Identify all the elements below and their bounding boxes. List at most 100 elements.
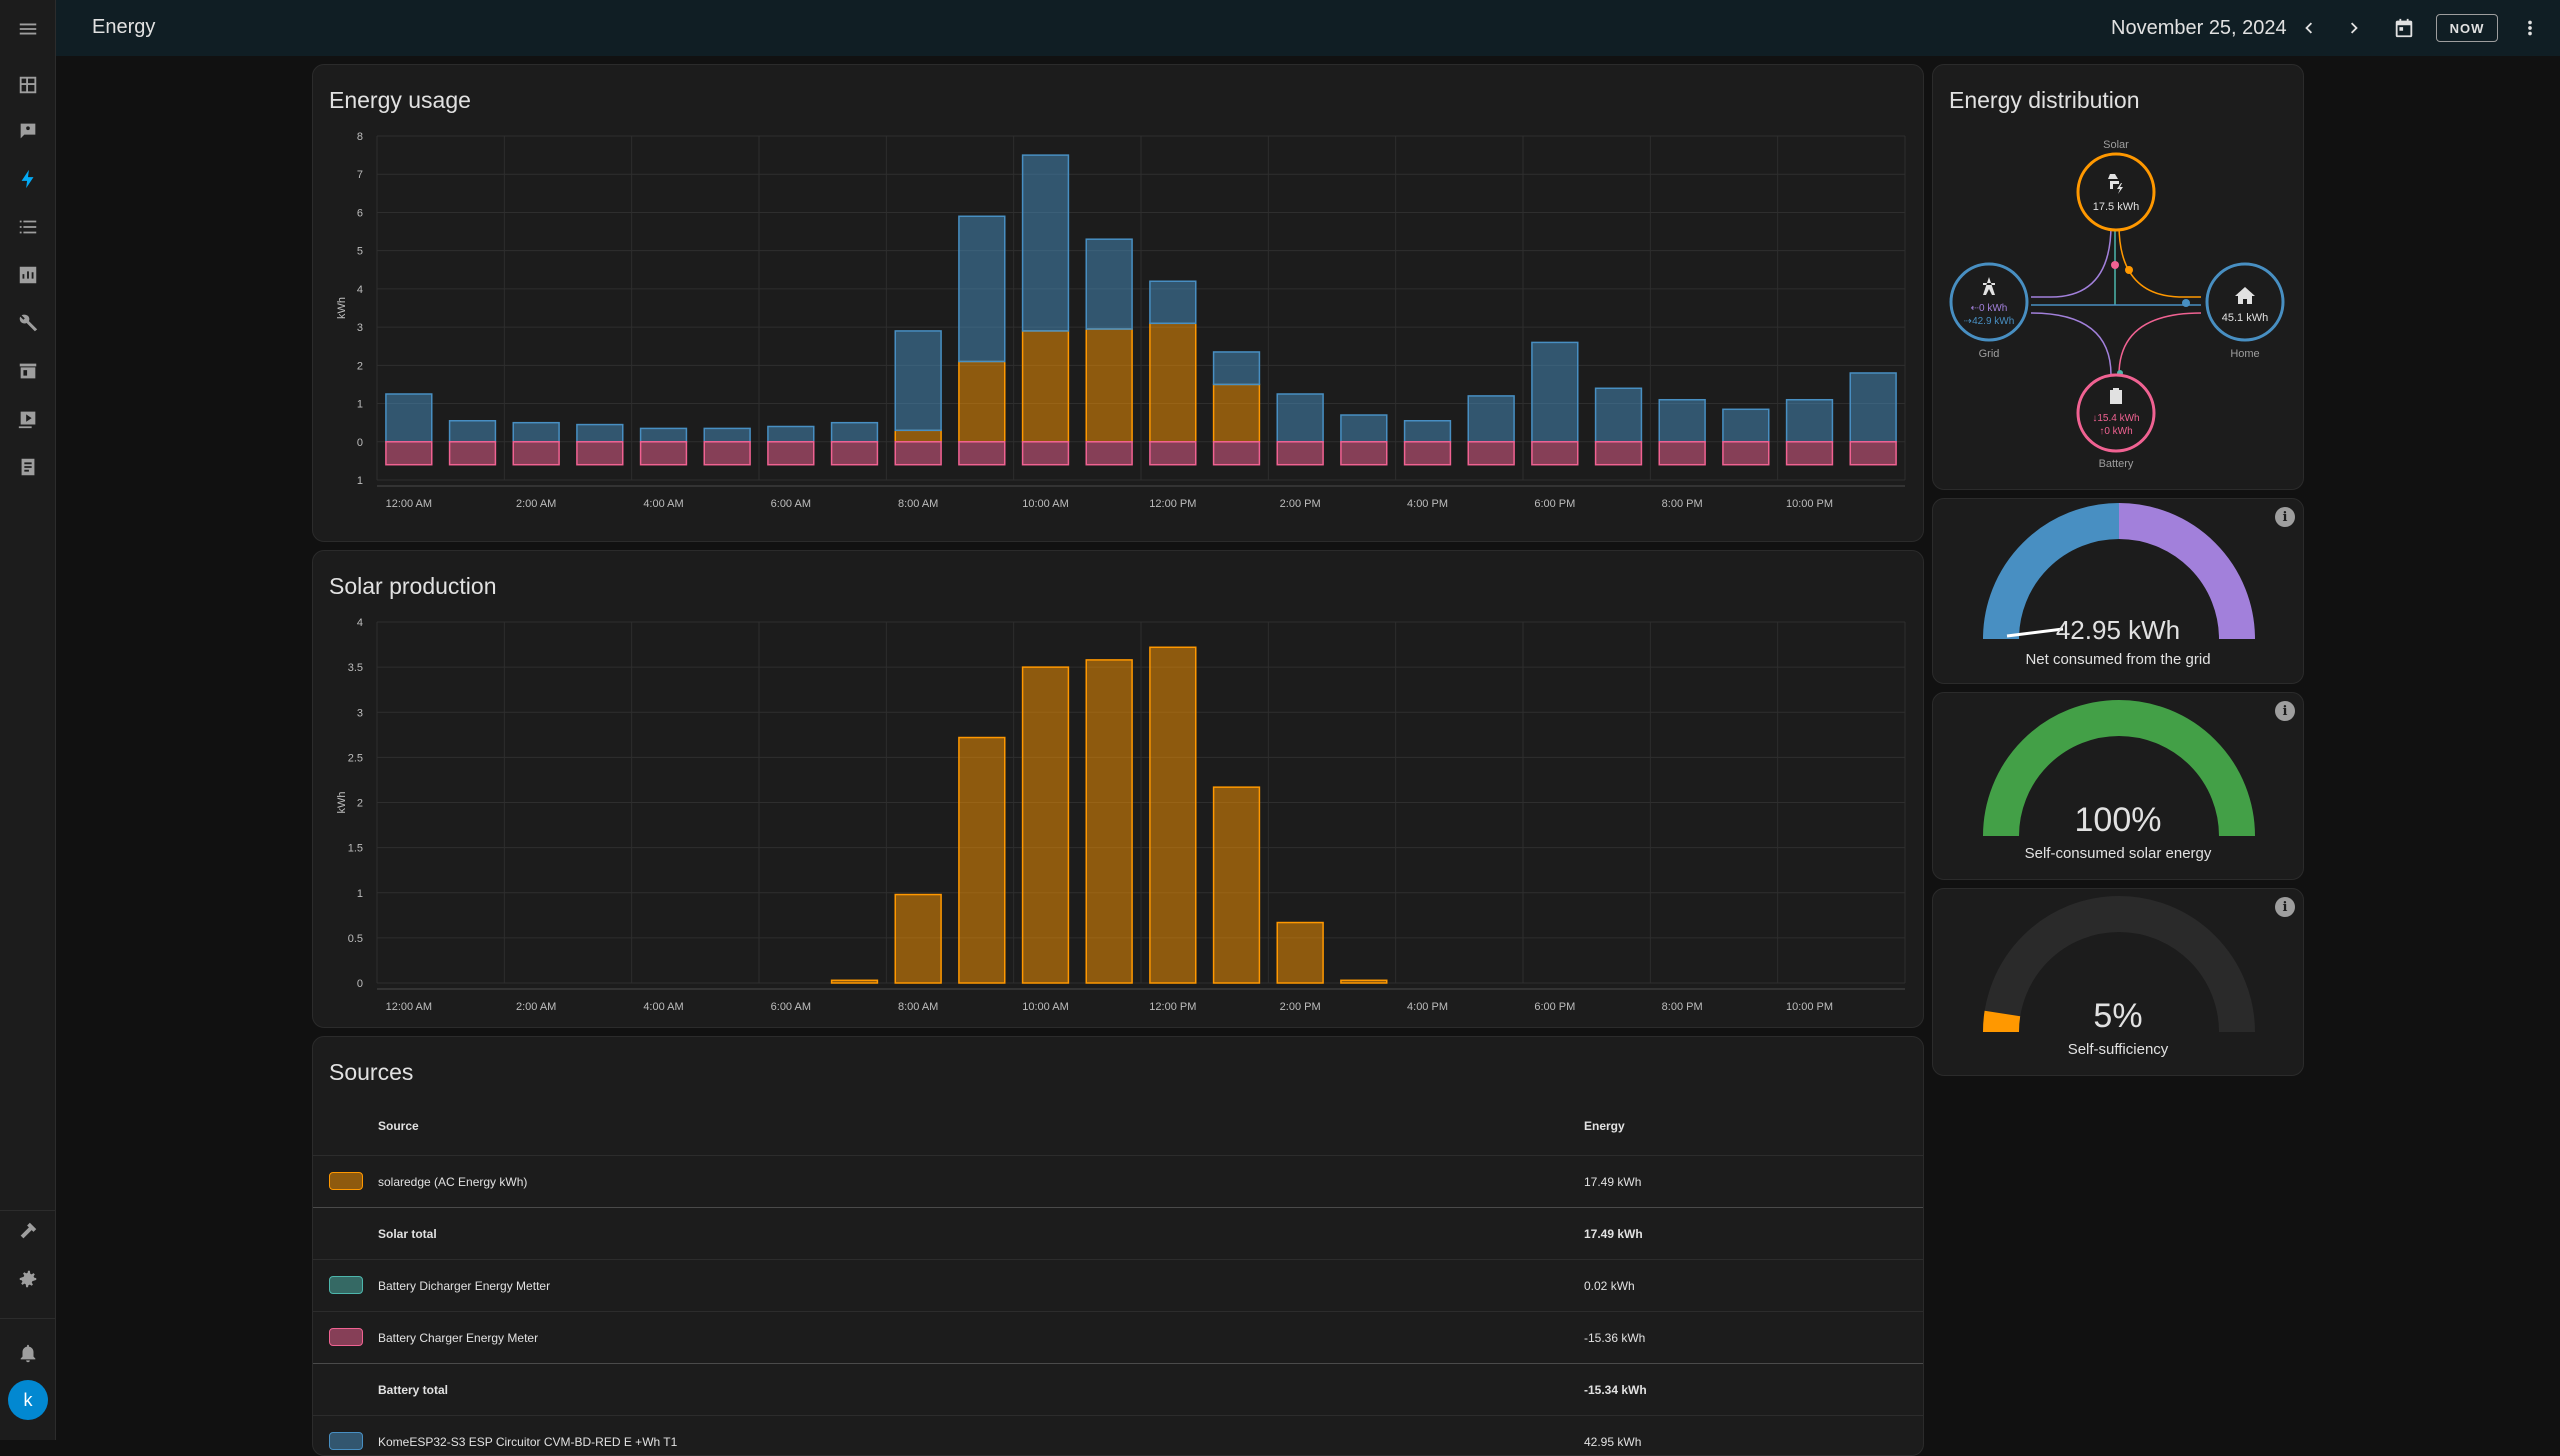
bar — [1594, 387, 1643, 443]
gauge-value: 42.95 kWh — [2055, 615, 2181, 645]
x-tick-label: 8:00 PM — [1662, 1001, 1703, 1013]
y-tick-label: 3 — [357, 322, 363, 334]
y-tick-label: 3 — [357, 707, 363, 719]
table-total-row: Solar total 17.49 kWh — [313, 1207, 1923, 1259]
bar — [958, 736, 1006, 984]
sidebar-item-history[interactable] — [0, 252, 56, 298]
bar — [1785, 398, 1834, 443]
source-name: solaredge (AC Energy kWh) — [378, 1175, 528, 1189]
source-energy: 42.95 kWh — [1584, 1435, 1642, 1449]
y-tick-label: 2.5 — [348, 752, 363, 764]
sidebar-item-tools[interactable] — [0, 300, 56, 346]
source-name: Battery total — [378, 1383, 449, 1397]
y-tick-label: 0.5 — [348, 933, 363, 945]
x-tick-label: 12:00 AM — [386, 498, 432, 510]
bar — [1658, 441, 1706, 466]
sidebar-item-media[interactable] — [0, 396, 56, 442]
grid-node[interactable]: ⇠0 kWh ⇢42.9 kWh — [1949, 262, 2029, 342]
sidebar-item-overview[interactable] — [0, 62, 56, 108]
solar-node[interactable]: 17.5 kWh — [2076, 152, 2156, 232]
source-color-swatch — [329, 1432, 363, 1450]
bar — [639, 427, 688, 443]
bar — [1340, 441, 1388, 466]
next-period-button[interactable] — [2341, 14, 2369, 42]
solar-production-chart[interactable]: 0 0.5 1 1.5 2 2.5 3 3.5 4 12:00 AM 2:00 AM 4:00 AM 6… — [313, 551, 1924, 1028]
date-picker-button[interactable] — [2390, 14, 2418, 42]
bar — [1212, 351, 1261, 386]
y-tick-label: 7 — [357, 169, 363, 181]
bar — [512, 441, 560, 466]
flow-dot — [2111, 261, 2119, 269]
sidebar: k — [0, 0, 56, 1440]
sidebar-item-settings[interactable] — [0, 1256, 56, 1302]
overflow-menu-button[interactable] — [2516, 14, 2544, 42]
bar — [830, 421, 879, 443]
grid-label: Grid — [1979, 348, 2000, 360]
source-name: KomeESP32-S3 ESP Circuitor CVM-BD-RED E … — [378, 1435, 678, 1449]
y-tick-label: 2 — [357, 360, 363, 372]
bar — [1785, 441, 1834, 466]
bar — [1276, 921, 1324, 984]
bar — [958, 441, 1006, 466]
sources-title: Sources — [329, 1059, 414, 1085]
source-color-swatch — [329, 1328, 363, 1346]
battery-node[interactable]: ↓15.4 kWh ↑0 kWh — [2076, 373, 2156, 453]
solar-home-flow-line — [2118, 224, 2201, 298]
source-energy: 17.49 kWh — [1584, 1175, 1642, 1189]
now-button[interactable]: NOW — [2436, 14, 2498, 42]
bar — [830, 979, 879, 984]
source-color-swatch — [329, 1172, 363, 1190]
user-avatar[interactable]: k — [8, 1380, 48, 1420]
bar — [512, 421, 560, 443]
bar — [639, 441, 688, 466]
previous-period-button[interactable] — [2294, 14, 2322, 42]
sidebar-item-store[interactable] — [0, 348, 56, 394]
media-icon — [18, 411, 36, 429]
page-title: Energy — [92, 16, 156, 38]
gauge-label: Self-consumed solar energy — [2024, 845, 2212, 862]
source-name: Battery Dicharger Energy Metter — [378, 1279, 551, 1293]
sidebar-item-energy[interactable] — [0, 156, 56, 202]
x-tick-label: 6:00 AM — [771, 1001, 811, 1013]
bar — [1722, 408, 1770, 443]
bar — [894, 441, 942, 466]
x-tick-label: 10:00 PM — [1786, 498, 1833, 510]
sidebar-item-logbook[interactable] — [0, 204, 56, 250]
x-tick-label: 6:00 PM — [1534, 498, 1575, 510]
home-node[interactable]: 45.1 kWh — [2205, 262, 2285, 342]
bar — [385, 393, 433, 443]
energy-usage-chart[interactable]: 1 0 1 2 3 4 5 6 7 8 12:00 AM 2:00 AM 4:00 AM 6:00 AM 8… — [313, 65, 1924, 542]
x-tick-label: 10:00 AM — [1022, 1001, 1068, 1013]
bar — [1149, 441, 1197, 466]
self-sufficiency-gauge-card: i 5% Self-sufficiency — [1932, 888, 2304, 1076]
menu-icon — [19, 23, 37, 35]
x-tick-label: 12:00 PM — [1149, 498, 1196, 510]
y-axis-label: kWh — [336, 792, 348, 814]
menu-button[interactable] — [0, 6, 56, 52]
energy-icon — [21, 169, 34, 189]
sidebar-item-developer-tools[interactable] — [0, 1208, 56, 1254]
battery-discharge-value: ↑0 kWh — [2099, 426, 2132, 437]
grid-returned-value: ⇠0 kWh — [1971, 303, 2008, 314]
y-tick-label: 1 — [357, 399, 363, 411]
sources-card: Sources Source Energy solaredge (AC Ener… — [312, 1036, 1924, 1456]
x-tick-label: 2:00 AM — [516, 1001, 556, 1013]
bar — [1722, 441, 1770, 466]
bar — [894, 429, 942, 443]
bar — [1085, 659, 1133, 984]
grid-battery-flow-line — [2030, 312, 2112, 376]
flow-dot — [2125, 266, 2133, 274]
bar — [1021, 666, 1070, 984]
map-icon — [20, 123, 36, 139]
energy-distribution-diagram: 17.5 kWh Solar ⇠0 kWh ⇢42.9 kWh Grid 45.… — [1949, 139, 2285, 470]
gauge-label: Self-sufficiency — [2067, 1041, 2169, 1058]
bar — [1340, 979, 1388, 984]
overview-icon — [19, 76, 37, 94]
more-vert-icon — [2528, 20, 2532, 36]
bar — [1021, 441, 1070, 466]
energy-distribution-card: Energy distribution 17.5 kWh Solar ⇠0 kW… — [1932, 64, 2304, 490]
sidebar-item-todo[interactable] — [0, 444, 56, 490]
sidebar-item-notifications[interactable] — [0, 1330, 56, 1376]
bar — [385, 441, 433, 466]
sidebar-item-map[interactable] — [0, 108, 56, 154]
